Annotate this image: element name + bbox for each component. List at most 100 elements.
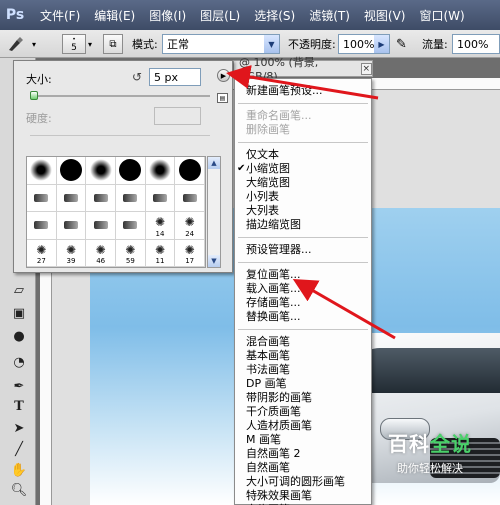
menu-item[interactable]: 预设管理器... (235, 243, 371, 257)
menu-item[interactable]: 新建画笔预设... (235, 84, 371, 98)
brush-tip-icon (93, 221, 108, 230)
menu-item[interactable]: DP 画笔 (235, 377, 371, 391)
size-slider-track[interactable] (30, 95, 210, 97)
brush-preset-cell[interactable] (56, 184, 87, 212)
brush-preset-cell[interactable]: ✺ 24 (175, 212, 205, 240)
menu-item[interactable]: 书法画笔 (235, 363, 371, 377)
size-slider-thumb[interactable] (30, 91, 38, 100)
brush-preset-cell[interactable] (86, 212, 116, 240)
menu-window[interactable]: 窗口(W) (419, 7, 464, 24)
reset-size-icon[interactable]: ↺ (132, 70, 142, 84)
menu-item[interactable]: 特殊效果画笔 (235, 489, 371, 503)
menu-file[interactable]: 文件(F) (40, 7, 80, 24)
brush-preset-cell[interactable]: ✺ 59 (115, 239, 146, 267)
close-icon[interactable]: × (360, 62, 372, 75)
line-tool-icon[interactable]: ╱ (9, 439, 29, 459)
brush-preset-cell[interactable] (145, 184, 176, 212)
photoshop-logo-icon[interactable]: Ps (0, 0, 30, 30)
brush-preset-cell[interactable]: ✺ 46 (86, 239, 116, 267)
dodge-tool-icon[interactable]: ◔ (9, 352, 29, 372)
panel-menu-button[interactable]: ▶ (217, 69, 230, 82)
menu-view[interactable]: 视图(V) (364, 7, 406, 24)
menu-item[interactable]: 混合画笔 (235, 335, 371, 349)
watermark-title-a: 百科 (388, 432, 430, 456)
gradient-tool-icon[interactable]: ▣ (9, 303, 29, 323)
brush-preset-cell[interactable]: ✺ 39 (56, 239, 87, 267)
hardness-slider-track[interactable] (30, 135, 210, 136)
airbrush-pressure-icon[interactable]: ✎ (396, 34, 414, 54)
menu-item[interactable]: 替换画笔... (235, 310, 371, 324)
brush-preset-cell[interactable] (27, 184, 57, 212)
menu-item[interactable]: 大缩览图 (235, 176, 371, 190)
scroll-down-icon[interactable]: ▼ (208, 255, 220, 267)
menu-item-label: 自然画笔 (246, 461, 290, 474)
menu-edit[interactable]: 编辑(E) (94, 7, 135, 24)
menu-item[interactable]: 大列表 (235, 204, 371, 218)
brush-picker-arrow-icon[interactable]: ▾ (88, 34, 98, 54)
preset-scrollbar[interactable]: ▲ ▼ (207, 156, 221, 268)
menu-image[interactable]: 图像(I) (149, 7, 186, 24)
brush-preset-cell[interactable] (86, 157, 116, 185)
pen-tool-icon[interactable]: ✒ (9, 376, 29, 396)
menu-item[interactable]: 复位画笔... (235, 268, 371, 282)
blur-tool-icon[interactable]: ● (9, 326, 29, 346)
brush-preset-cell[interactable] (175, 184, 205, 212)
scroll-up-icon[interactable]: ▲ (208, 157, 220, 169)
eraser-tool-icon[interactable]: ▱ (9, 280, 29, 300)
hardness-input[interactable] (154, 107, 201, 125)
menu-item[interactable]: 存储画笔... (235, 296, 371, 310)
menu-item[interactable]: 描边缩览图 (235, 218, 371, 232)
menu-item[interactable]: ✔ 小缩览图 (235, 162, 371, 176)
brush-preset-cell[interactable] (115, 212, 146, 240)
path-selection-tool-icon[interactable]: ➤ (9, 418, 29, 438)
brush-preset-cell[interactable]: ✺ 17 (175, 239, 205, 267)
tool-preset-arrow-icon[interactable]: ▾ (32, 34, 42, 54)
opacity-input[interactable]: 100% ▶ (338, 34, 390, 54)
menu-item-label: 大小可调的圆形画笔 (246, 475, 345, 488)
size-input[interactable]: 5 px (149, 68, 201, 86)
menu-item[interactable]: 载入画笔... (235, 282, 371, 296)
watermark-title: 百科全说 (360, 428, 500, 457)
brush-preset-cell[interactable] (115, 184, 146, 212)
new-preset-icon[interactable]: ▤ (217, 93, 228, 103)
brush-preset-cell[interactable] (175, 157, 205, 185)
brush-preset-cell[interactable] (27, 157, 57, 185)
flow-input[interactable]: 100% (452, 34, 500, 54)
menu-item[interactable]: 自然画笔 (235, 461, 371, 475)
menu-item-label: M 画笔 (246, 433, 281, 446)
menu-item[interactable]: 大小可调的圆形画笔 (235, 475, 371, 489)
zoom-tool-icon[interactable]: 🔍︎ (9, 480, 29, 500)
flow-value: 100% (457, 37, 489, 51)
brush-tool-preset-icon[interactable] (6, 34, 28, 54)
menu-item[interactable]: 仅文本 (235, 148, 371, 162)
menu-select[interactable]: 选择(S) (254, 7, 295, 24)
menu-item[interactable]: M 画笔 (235, 433, 371, 447)
menu-layer[interactable]: 图层(L) (200, 7, 240, 24)
brush-preset-cell[interactable] (27, 212, 57, 240)
brush-preset-cell[interactable] (56, 157, 87, 185)
brush-preset-cell[interactable]: ✺ 14 (145, 212, 176, 240)
menu-item[interactable]: 基本画笔 (235, 349, 371, 363)
menu-item-label: 载入画笔... (246, 282, 301, 295)
brush-preset-cell[interactable]: ✺ 11 (145, 239, 176, 267)
menu-filter[interactable]: 滤镜(T) (309, 7, 350, 24)
brush-panel-toggle-icon[interactable]: ⧉ (103, 34, 123, 54)
brush-preset-cell[interactable] (145, 157, 176, 185)
brush-preset-cell[interactable] (56, 212, 87, 240)
brush-preset-picker: 大小: ↺ 5 px ▶ ▤ 硬度: ✺ 14 ✺ 24 ✺ 27 ✺ 39 ✺ 46 ✺ 59 ✺ 11… (13, 60, 233, 273)
brush-preset-cell[interactable] (115, 157, 146, 185)
hand-tool-icon[interactable]: ✋ (9, 460, 29, 480)
menu-item[interactable]: 干介质画笔 (235, 405, 371, 419)
document-tab[interactable]: @ 100% (背景, RGB/8) × (233, 56, 373, 83)
soft-round-brush-icon (30, 159, 53, 182)
type-tool-icon[interactable]: T (9, 396, 29, 416)
brush-picker-button[interactable]: • 5 (62, 34, 86, 54)
brush-preset-cell[interactable]: ✺ 27 (27, 239, 57, 267)
brush-preset-size: 11 (155, 257, 165, 265)
menu-item[interactable]: 带阴影的画笔 (235, 391, 371, 405)
menu-item[interactable]: 自然画笔 2 (235, 447, 371, 461)
brush-preset-cell[interactable] (86, 184, 116, 212)
mode-select[interactable]: 正常 ▼ (162, 34, 280, 54)
menu-item[interactable]: 小列表 (235, 190, 371, 204)
menu-item[interactable]: 人造材质画笔 (235, 419, 371, 433)
